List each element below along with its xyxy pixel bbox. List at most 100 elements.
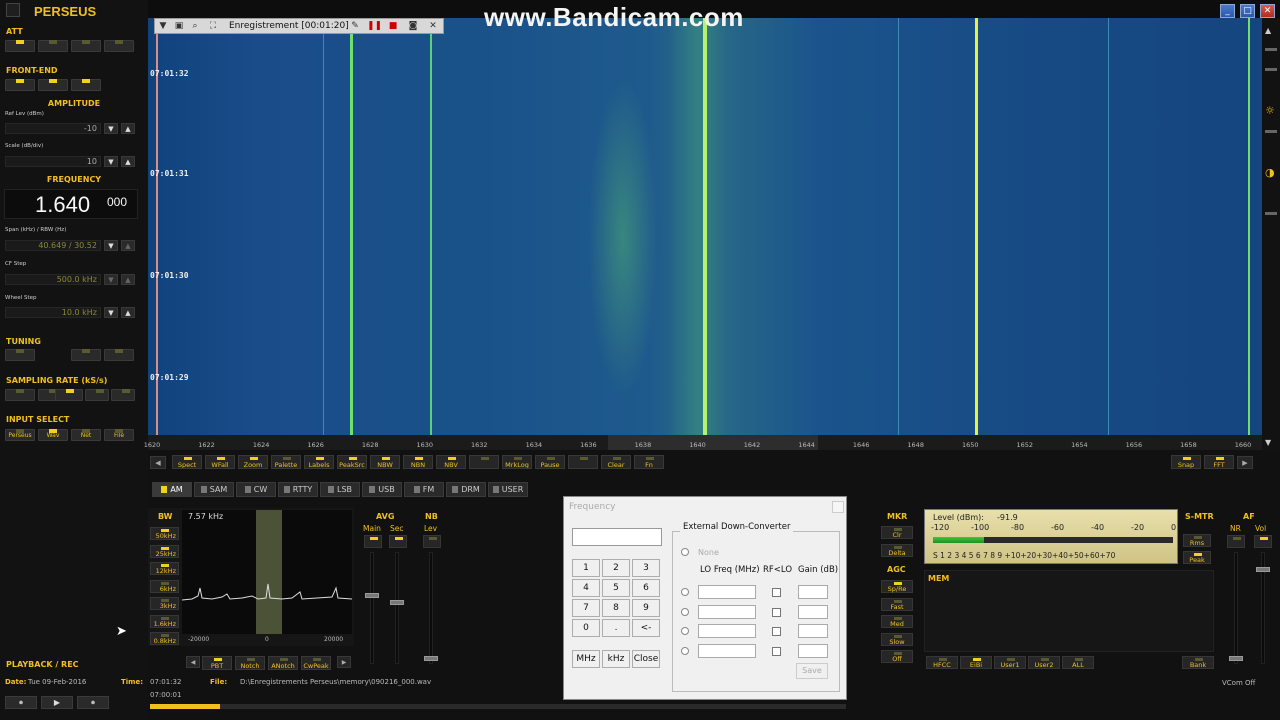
lo-freq-input-1[interactable] — [698, 604, 756, 619]
keypad-key-2[interactable]: 3 — [632, 559, 660, 577]
snap-button[interactable]: Snap — [1171, 455, 1201, 469]
toolbar-button-12[interactable] — [568, 455, 598, 469]
agc-sp-re-button[interactable]: Sp/Re — [881, 580, 913, 593]
fullscreen-icon[interactable]: ⛶ — [207, 20, 219, 32]
agc-off-button[interactable]: Off — [881, 650, 913, 663]
avg-sec-slider[interactable] — [395, 552, 399, 664]
keypad-key-10[interactable]: . — [602, 619, 630, 637]
input-file-button[interactable]: File — [104, 429, 134, 441]
front-end-button-2[interactable] — [71, 79, 101, 91]
brightness-icon[interactable]: ☼ — [1265, 104, 1275, 117]
keypad-key-11[interactable]: <- — [632, 619, 660, 637]
mem-bank-button[interactable]: Bank — [1182, 656, 1214, 669]
af-vol-knob[interactable] — [1256, 567, 1270, 572]
tuning-button-0[interactable] — [5, 349, 35, 361]
agc-slow-button[interactable]: Slow — [881, 632, 913, 646]
sampling-rate-button-4[interactable] — [111, 389, 135, 401]
rf-lo-checkbox-3[interactable] — [772, 646, 781, 656]
mode-button-am[interactable]: AM — [152, 482, 192, 497]
toolbar-button-14[interactable]: Fn — [634, 455, 664, 469]
keypad-key-6[interactable]: 7 — [572, 599, 600, 617]
wheel-step-field[interactable]: 10.0 kHz — [5, 307, 101, 318]
right-scrollbar[interactable]: ▲ ☼ ◑ ▼ — [1262, 18, 1280, 450]
toolbar-button-7[interactable]: NBN — [403, 455, 433, 469]
span-field[interactable]: 40.649 / 30.52 — [5, 240, 101, 251]
bw-button-6[interactable]: 0.8kHz — [150, 632, 179, 645]
keypad-key-7[interactable]: 8 — [602, 599, 630, 617]
keypad-key-0[interactable]: 1 — [572, 559, 600, 577]
bw-button-4[interactable]: 3kHz — [150, 597, 179, 610]
toolbar-button-1[interactable]: WFall — [205, 455, 235, 469]
avg-sec-knob[interactable] — [390, 600, 404, 605]
avg-main-slider[interactable] — [370, 552, 374, 664]
minimize-button[interactable]: _ — [1220, 4, 1235, 18]
af-nr-slider[interactable] — [1234, 552, 1238, 664]
nb-slider[interactable] — [429, 552, 433, 664]
sampling-rate-button-0[interactable] — [5, 389, 35, 401]
mode-button-rtty[interactable]: RTTY — [278, 482, 318, 497]
bw-button-2[interactable]: 12kHz — [150, 562, 179, 575]
frequency-display[interactable]: 1.640 000 — [4, 189, 138, 219]
front-end-button-0[interactable] — [5, 79, 35, 91]
keypad-key-8[interactable]: 9 — [632, 599, 660, 617]
keypad-key-1[interactable]: 2 — [602, 559, 630, 577]
playback-progress-track[interactable] — [150, 704, 846, 709]
mem-user1-button[interactable]: User1 — [994, 656, 1026, 669]
cf-step-field[interactable]: 500.0 kHz — [5, 274, 101, 285]
wheel-step-up-button[interactable]: ▲ — [121, 307, 135, 318]
toolbar-button-2[interactable]: Zoom — [238, 455, 268, 469]
scale-field[interactable]: 10 — [5, 156, 101, 167]
bw-button-5[interactable]: 1.6kHz — [150, 614, 179, 628]
close-button[interactable]: ✕ — [1260, 4, 1275, 18]
bw-button-1[interactable]: 25kHz — [150, 544, 179, 558]
gain-input-1[interactable] — [798, 604, 828, 619]
pause-icon[interactable]: ❚❚ — [367, 20, 382, 32]
toolbar-button-11[interactable]: Pause — [535, 455, 565, 469]
bw-button-3[interactable]: 6kHz — [150, 579, 179, 593]
gain-input-0[interactable] — [798, 585, 828, 599]
keypad-key-4[interactable]: 5 — [602, 579, 630, 597]
agc-fast-button[interactable]: Fast — [881, 597, 913, 611]
mem-hfcc-button[interactable]: HFCC — [926, 656, 958, 669]
toolbar-button-0[interactable]: Spect — [172, 455, 202, 469]
maximize-button[interactable]: □ — [1240, 4, 1255, 18]
window-icon[interactable]: ▣ — [173, 20, 185, 32]
dialog-close-button[interactable] — [832, 501, 844, 513]
span-up-button[interactable]: ▲ — [121, 240, 135, 251]
toolbar-button-10[interactable]: MrkLog — [502, 455, 532, 469]
toolbar-button-8[interactable]: NBV — [436, 455, 466, 469]
input-net-button[interactable]: Net — [71, 429, 101, 441]
af-nr-button[interactable] — [1227, 535, 1245, 548]
lo-freq-input-0[interactable] — [698, 585, 756, 599]
scale-down-button[interactable]: ▼ — [104, 156, 118, 167]
avg-main-knob[interactable] — [365, 593, 379, 598]
fft-button[interactable]: FFT — [1204, 455, 1234, 469]
af-vol-button[interactable] — [1254, 535, 1272, 548]
mode-button-fm[interactable]: FM — [404, 482, 444, 497]
sampling-rate-button-3[interactable] — [85, 389, 109, 401]
toolbar-left-arrow[interactable]: ◀ — [150, 456, 166, 469]
att-button-1[interactable] — [38, 40, 68, 52]
af-nr-knob[interactable] — [1229, 656, 1243, 661]
mode-button-user[interactable]: USER — [488, 482, 528, 497]
mode-button-sam[interactable]: SAM — [194, 482, 234, 497]
input-wav-button[interactable]: Wav — [38, 429, 68, 441]
edc-radio-3[interactable] — [681, 646, 689, 655]
tuning-button-1[interactable] — [71, 349, 101, 361]
close-icon[interactable]: ✕ — [427, 20, 439, 32]
toolbar-button-5[interactable]: PeakSrc — [337, 455, 367, 469]
stop-icon[interactable]: ■ — [387, 20, 399, 32]
mode-button-cw[interactable]: CW — [236, 482, 276, 497]
bw-spectrum[interactable]: 7.57 kHz — [182, 510, 352, 634]
toolbar-button-13[interactable]: Clear — [601, 455, 631, 469]
camera-icon[interactable]: ◙ — [407, 20, 419, 32]
toolbar-button-9[interactable] — [469, 455, 499, 469]
avg-main-button[interactable] — [364, 535, 382, 548]
sampling-rate-button-2[interactable] — [55, 389, 83, 401]
keypad-key-3[interactable]: 4 — [572, 579, 600, 597]
search-icon[interactable]: ⌕ — [189, 20, 201, 32]
smtr-rms-button[interactable]: Rms — [1183, 534, 1211, 547]
edc-none-radio[interactable] — [681, 548, 689, 556]
cf-step-down-button[interactable]: ▼ — [104, 274, 118, 285]
scroll-down-icon[interactable]: ▼ — [1265, 438, 1271, 447]
